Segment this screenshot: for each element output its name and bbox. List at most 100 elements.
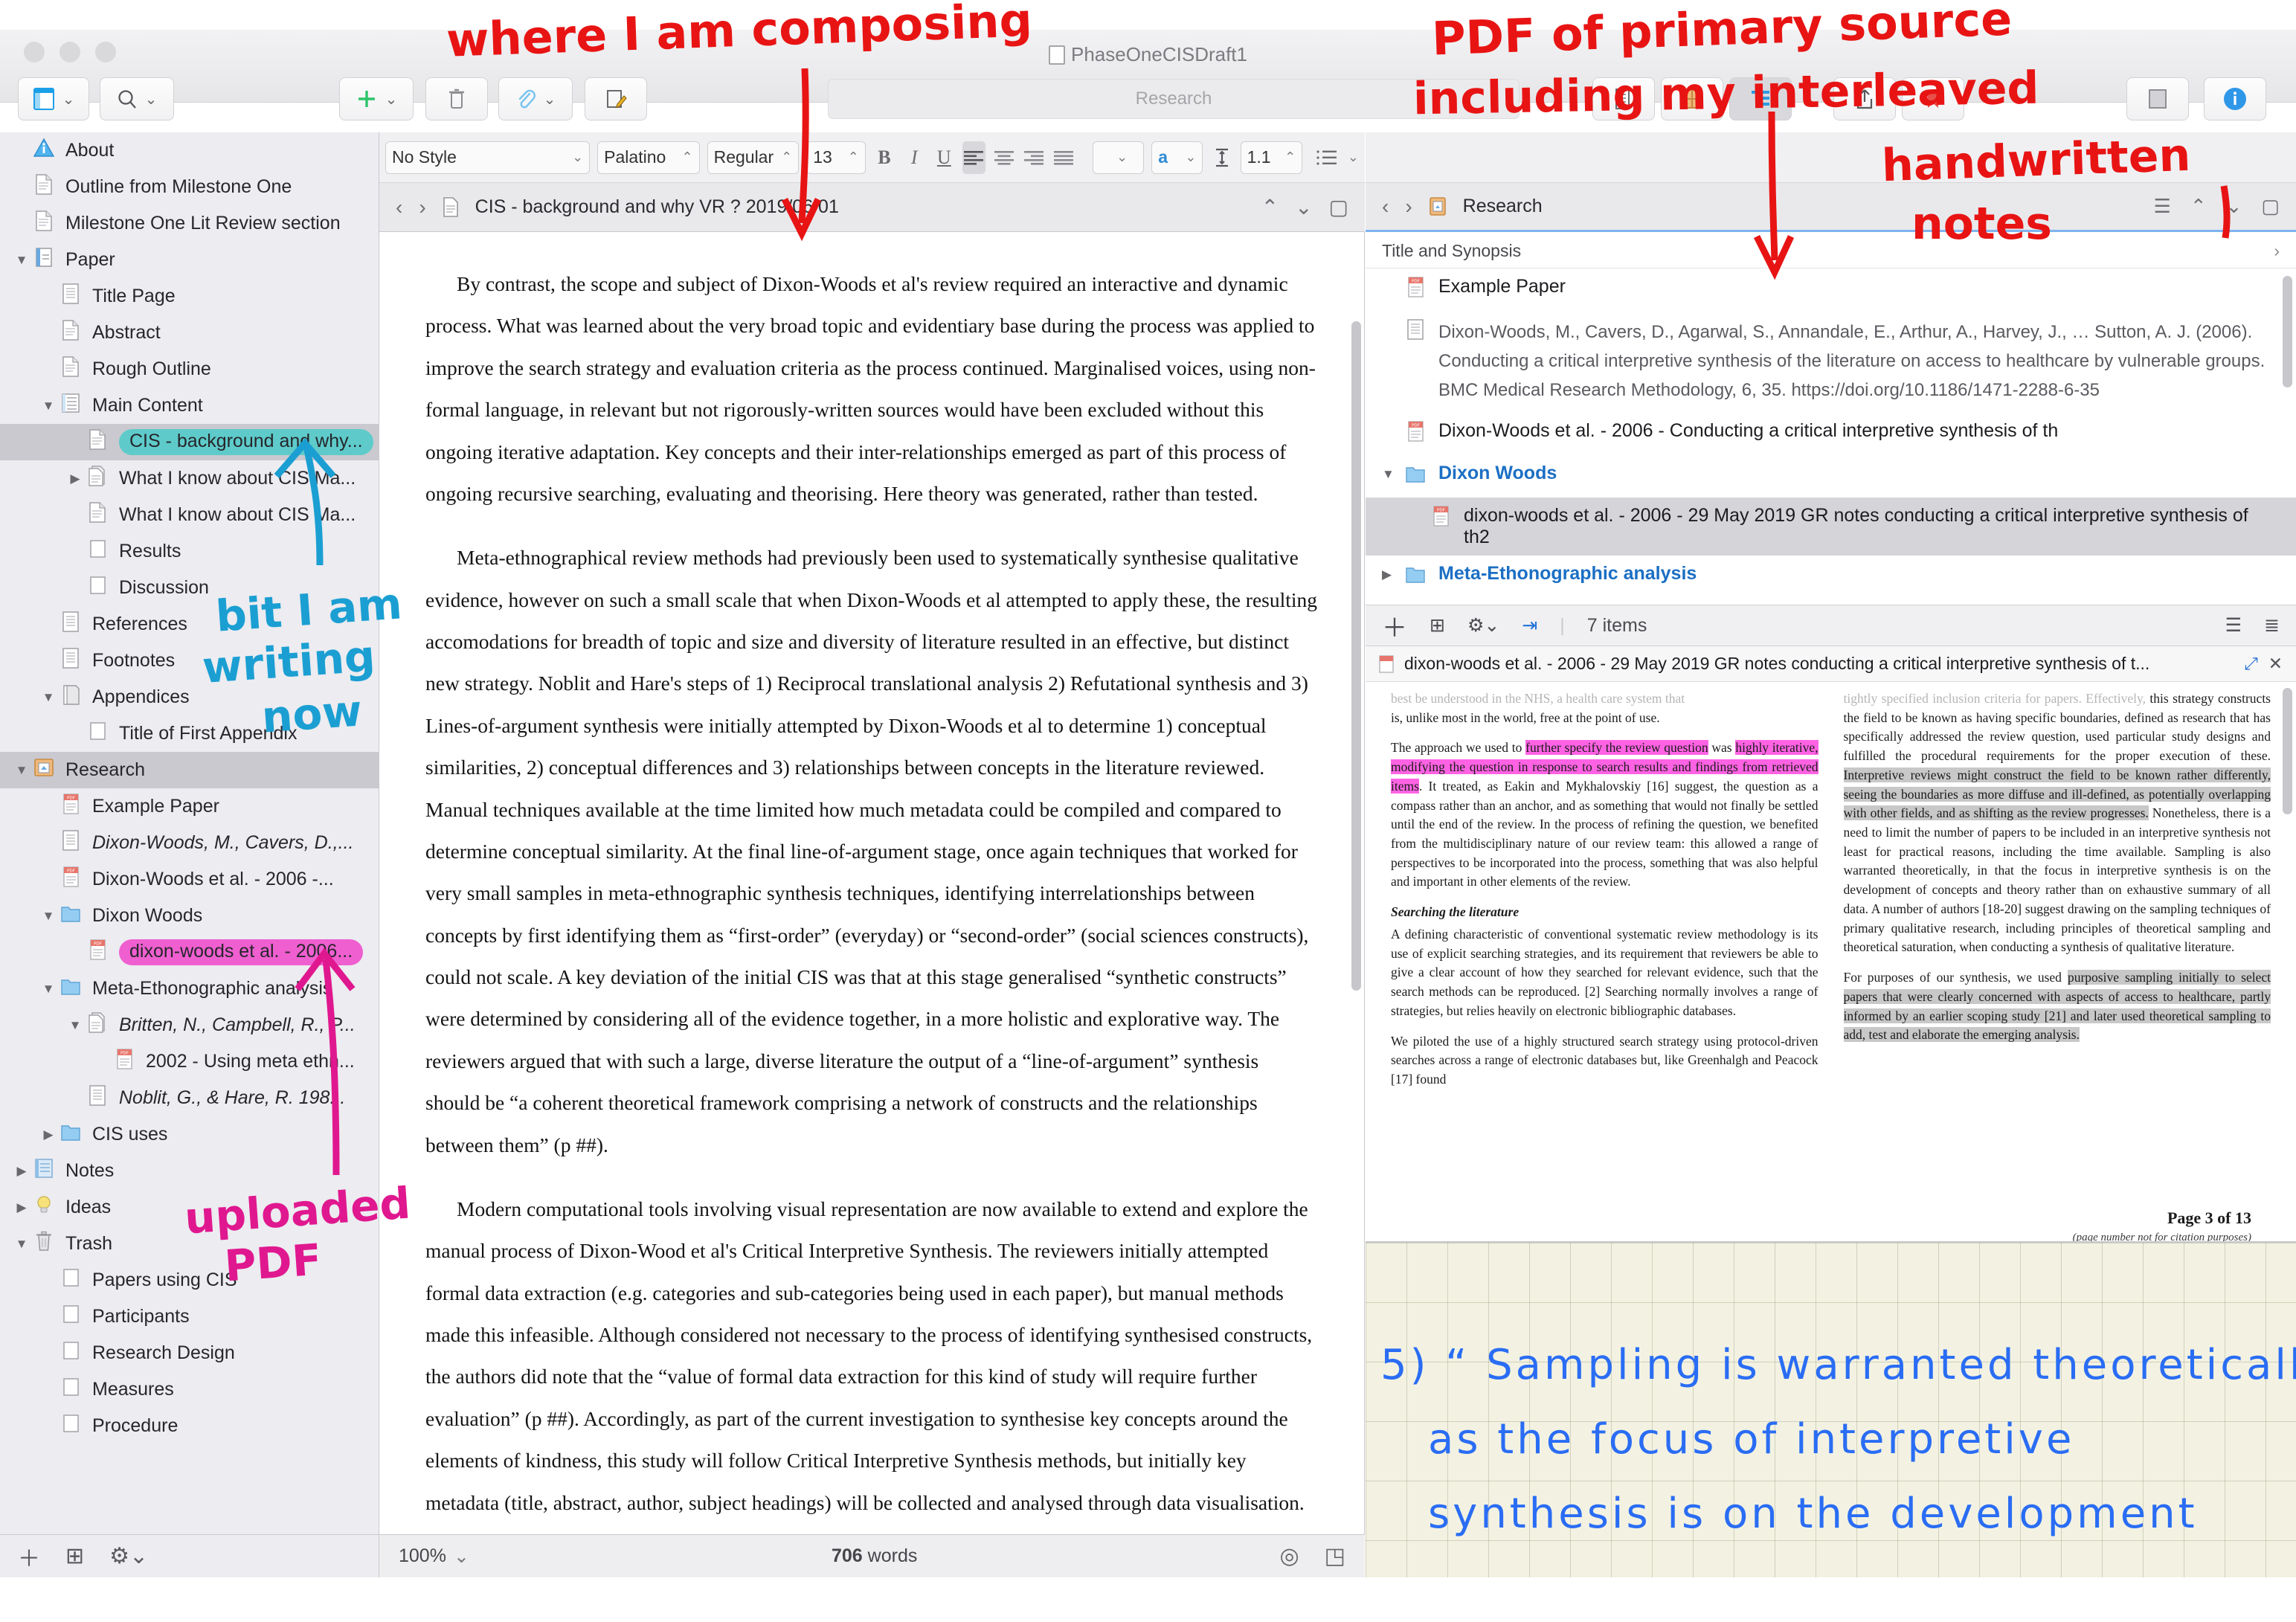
zoom-level[interactable]: 100% [399, 1545, 446, 1567]
disclosure-triangle[interactable]: ▶ [10, 1200, 33, 1215]
notes-toggle-button[interactable] [2126, 77, 2189, 120]
disclosure-triangle[interactable]: ▼ [37, 909, 60, 924]
outline-item[interactable]: ▼ Dixon Woods [1366, 455, 2296, 498]
weight-dropdown[interactable]: Regular ⌃ [707, 141, 800, 174]
editor-scrollbar[interactable] [1351, 321, 1361, 991]
chevron-down-icon[interactable]: ⌄ [62, 90, 75, 109]
previous-item-button[interactable]: ⌃ [2190, 195, 2207, 218]
binder-sidebar[interactable]: About Outline from Milestone One Milestone… [0, 132, 379, 1534]
disclosure-triangle[interactable]: ▼ [1382, 463, 1404, 490]
disclosure-triangle[interactable]: ▼ [10, 763, 33, 778]
pdf-tab-title[interactable]: dixon-woods et al. - 2006 - 29 May 2019 … [1404, 654, 2149, 674]
disclosure-triangle[interactable] [1382, 276, 1404, 303]
binder-item-title-page[interactable]: Title Page [0, 278, 379, 315]
binder-item-cis-background-and-why[interactable]: CIS - background and why... [0, 424, 379, 460]
italic-button[interactable]: I [903, 141, 925, 174]
disclosure-triangle[interactable]: ▶ [10, 1164, 33, 1179]
disclosure-triangle[interactable]: ▶ [1382, 563, 1404, 590]
binder-item-trash[interactable]: ▼ Trash [0, 1226, 379, 1262]
document-paragraph[interactable]: By contrast, the scope and subject of Di… [425, 263, 1318, 515]
binder-item-ideas[interactable]: ▶ Ideas [0, 1189, 379, 1226]
document-text[interactable]: By contrast, the scope and subject of Di… [379, 232, 1364, 1534]
binder-item-meta-ethonographic-analysis[interactable]: ▼ Meta-Ethonographic analysis [0, 971, 379, 1007]
trash-button[interactable] [425, 77, 488, 120]
disclosure-triangle[interactable] [1407, 505, 1430, 548]
disclosure-triangle[interactable] [1382, 318, 1404, 405]
binder-item-participants[interactable]: Participants [0, 1298, 379, 1335]
outline-column-header[interactable]: Title and Synopsis › [1366, 234, 2296, 268]
binder-item-papers-using-cis[interactable]: Papers using CIS [0, 1262, 379, 1298]
binder-item-research[interactable]: ▼ Research [0, 752, 379, 788]
import-icon[interactable]: ⇥ [1522, 614, 1537, 637]
back-button[interactable]: ‹ [1382, 195, 1389, 219]
add-folder-button[interactable]: ⊞ [65, 1543, 84, 1569]
share-button[interactable] [1833, 77, 1896, 120]
disclosure-triangle[interactable]: ▼ [37, 690, 60, 705]
binder-item-footnotes[interactable]: Footnotes [0, 643, 379, 679]
binder-item-research-design[interactable]: Research Design [0, 1335, 379, 1371]
pdf-viewer[interactable]: best be understood in the NHS, a health … [1366, 682, 2296, 1241]
binder-item-measures[interactable]: Measures [0, 1371, 379, 1408]
outline-item[interactable]: PDF dixon-woods et al. - 2006 - 29 May 20… [1366, 497, 2296, 556]
binder-settings-button[interactable]: ⚙⌄ [109, 1543, 148, 1569]
disclosure-triangle[interactable]: ▼ [37, 399, 60, 413]
attach-button[interactable]: ⌄ [498, 77, 573, 120]
next-item-button[interactable]: ⌄ [2226, 195, 2242, 218]
binder-item-paper[interactable]: ▼ Paper [0, 242, 379, 278]
disclosure-triangle[interactable]: ▶ [64, 472, 86, 486]
binder-item-example-paper[interactable]: PDF Example Paper [0, 788, 379, 825]
search-input[interactable]: Research [828, 79, 1520, 119]
highlight-dropdown[interactable]: a ⌄ [1151, 141, 1203, 174]
document-paragraph[interactable]: Meta-ethnographical review methods had p… [425, 537, 1318, 1166]
binder-item-procedure[interactable]: Procedure [0, 1408, 379, 1444]
align-right-button[interactable] [1023, 141, 1045, 174]
previous-doc-button[interactable]: ⌃ [1261, 195, 1279, 219]
outline-item[interactable]: PDF Dixon-Woods et al. - 2006 - Conductin… [1366, 413, 2296, 455]
binder-item-rough-outline[interactable]: Rough Outline [0, 351, 379, 387]
list-options-icon[interactable]: ☰ [2154, 195, 2171, 218]
disclosure-triangle[interactable]: ▼ [10, 1237, 33, 1252]
outline-item[interactable]: PDF Example Paper [1366, 268, 2296, 311]
back-button[interactable]: ‹ [396, 196, 402, 219]
compose-button[interactable] [585, 77, 647, 120]
quick-reference-button[interactable] [1592, 77, 1655, 120]
search-button[interactable]: ⌄ [100, 77, 174, 120]
chevron-down-icon[interactable]: ⌄ [544, 90, 556, 109]
disclosure-triangle[interactable]: ▶ [37, 1127, 60, 1142]
bold-button[interactable]: B [873, 141, 895, 174]
list-view-button[interactable]: ≣ [2264, 614, 2280, 637]
editor-pane[interactable]: By contrast, the scope and subject of Di… [379, 232, 1365, 1534]
style-dropdown[interactable]: No Style ⌄ [385, 141, 591, 174]
chevron-right-icon[interactable]: › [2274, 241, 2280, 261]
expand-icon[interactable]: ⤢ [2244, 654, 2257, 674]
binder-item-dixon-woods-et-al-2006[interactable]: PDF dixon-woods et al. - 2006... [0, 934, 379, 971]
disclosure-triangle[interactable]: ▼ [64, 1018, 86, 1033]
outline-list[interactable]: PDF Example Paper Dixon-Woods, M., Cavers,… [1366, 268, 2296, 605]
binder-item-cis-uses[interactable]: ▶ CIS uses [0, 1116, 379, 1153]
corkboard-button[interactable] [1661, 77, 1723, 120]
binder-item-abstract[interactable]: Abstract [0, 315, 379, 351]
binder-item-title-of-first-appendix[interactable]: Title of First Appendix [0, 715, 379, 752]
binder-item-noblit-g-hare-r-198[interactable]: Noblit, G., & Hare, R. 198... [0, 1080, 379, 1116]
binder-item-dixon-woods-m-cavers-d[interactable]: Dixon-Woods, M., Cavers, D.,... [0, 825, 379, 861]
align-center-button[interactable] [993, 141, 1015, 174]
disclosure-triangle[interactable] [1382, 420, 1404, 448]
chevron-down-icon[interactable]: ⌄ [454, 1545, 469, 1568]
add-item-button[interactable]: ＋ [18, 1540, 40, 1573]
binder-item-britten-n-campbell-r-p[interactable]: ▼ Britten, N., Campbell, R., P... [0, 1007, 379, 1043]
outline-scrollbar[interactable] [2283, 276, 2292, 387]
split-view-button[interactable]: ▢ [2261, 195, 2280, 218]
page-view-button[interactable]: ◳ [1325, 1543, 1345, 1569]
chevron-down-icon[interactable]: ⌄ [385, 90, 398, 109]
disclosure-triangle[interactable]: ▼ [10, 253, 33, 268]
binder-item-what-i-know-about-cis-ma[interactable]: ▶ What I know about CIS Ma... [0, 460, 379, 497]
binder-item-results[interactable]: Results [0, 533, 379, 570]
binder-item-what-i-know-about-cis-ma[interactable]: What I know about CIS Ma... [0, 497, 379, 533]
binder-item-appendices[interactable]: ▼ Appendices [0, 679, 379, 715]
binder-item-discussion[interactable]: Discussion [0, 570, 379, 606]
view-mode-button[interactable]: ⌄ [18, 77, 89, 120]
gear-icon[interactable]: ⚙⌄ [1467, 614, 1499, 637]
next-doc-button[interactable]: ⌄ [1295, 195, 1312, 219]
line-spacing-stepper[interactable]: 1.1 ⌃ [1240, 141, 1303, 174]
outline-button[interactable] [1729, 77, 1792, 120]
